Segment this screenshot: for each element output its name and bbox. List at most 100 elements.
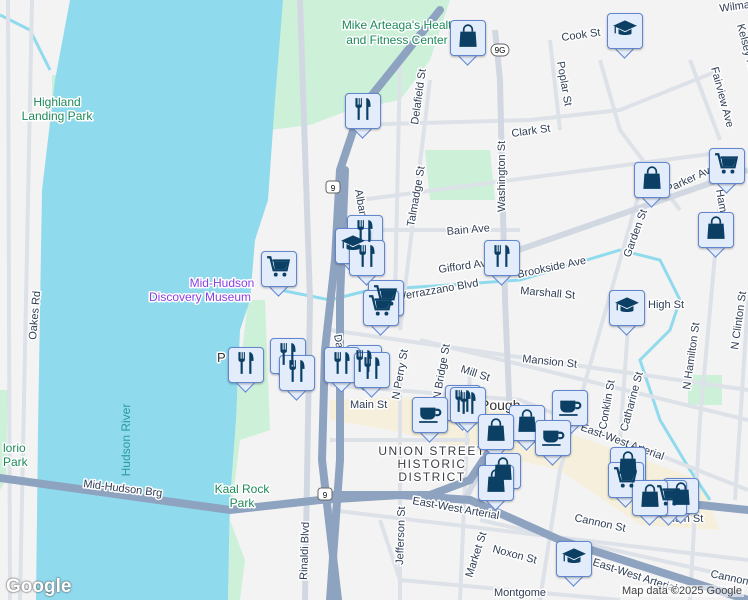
poi-marker-shopping-bag[interactable]: [478, 465, 514, 511]
street-brookside: Brookside Ave: [516, 255, 587, 281]
street-marshall: Marshall St: [520, 285, 576, 302]
street-noxon: Noxon St: [491, 543, 538, 566]
shopping-bag-icon: [639, 165, 665, 196]
marker-box: [698, 212, 734, 248]
graduation-cap-icon: [612, 16, 638, 47]
label-historic-district: DISTRICT: [398, 470, 465, 484]
label-health-center: and Fitness Center: [346, 33, 447, 47]
restaurant-icon: [350, 96, 376, 127]
restaurant-icon: [233, 350, 259, 381]
marker-box: [363, 290, 399, 326]
shopping-cart-icon: [714, 151, 740, 182]
shopping-bag-icon: [483, 417, 509, 448]
restaurant-icon: [489, 243, 515, 274]
poi-marker-restaurant[interactable]: [349, 240, 385, 286]
marker-box: [228, 347, 264, 383]
label-health-center: Mike Arteaga's Health: [342, 18, 458, 32]
street-rinaldi: Rinaldi Blvd: [298, 522, 312, 580]
street-cannon: Cannon St: [573, 512, 626, 535]
park-area: [425, 150, 495, 200]
label-historic-district: UNION STREET: [378, 444, 485, 458]
shopping-bag-icon: [637, 483, 663, 514]
google-logo: Google: [6, 576, 72, 597]
poi-marker-shopping-cart[interactable]: [709, 148, 745, 194]
label-historic-district: HISTORIC: [397, 457, 466, 471]
poi-marker-shopping-bag[interactable]: [450, 20, 486, 66]
poi-marker-shopping-cart[interactable]: [261, 251, 297, 297]
marker-box: [279, 355, 315, 391]
graduation-cap-icon: [614, 293, 640, 324]
street-wilma: Wilma: [719, 0, 748, 15]
shopping-bag-icon: [483, 468, 509, 499]
street-main: Main St: [350, 399, 387, 411]
poi-marker-restaurant[interactable]: [345, 93, 381, 139]
restaurant-icon: [354, 243, 380, 274]
poi-marker-shopping-bag[interactable]: [698, 212, 734, 258]
marker-box: [450, 20, 486, 56]
poi-marker-shopping-bag[interactable]: [478, 414, 514, 460]
coffee-cup-icon: [540, 423, 566, 454]
label-kaal-rock-park: Park: [230, 496, 256, 510]
marker-box: [634, 162, 670, 198]
shield-number: 9: [331, 184, 336, 193]
marker-box: [535, 420, 571, 456]
label-discovery-museum[interactable]: Discovery Museum: [147, 289, 252, 306]
marker-box: [478, 414, 514, 450]
street-conklin: Conklin St: [597, 379, 618, 430]
marker-box: [261, 251, 297, 287]
label-florio-park: Park: [3, 455, 29, 469]
street-washington: Washington St: [496, 141, 508, 212]
label-florio-park: lorio: [3, 441, 26, 455]
poi-marker-graduation-cap[interactable]: [607, 13, 643, 59]
coffee-cup-icon: [557, 393, 583, 424]
street-montgomery: Montgome: [494, 587, 546, 599]
label-partial: P: [217, 350, 226, 365]
marker-box: [609, 290, 645, 326]
shopping-bag-icon: [703, 215, 729, 246]
marker-box: [632, 480, 668, 516]
map-attribution[interactable]: Map data ©2025 Google: [619, 585, 744, 597]
coffee-cup-icon: [417, 400, 443, 431]
poi-marker-graduation-cap[interactable]: [609, 290, 645, 336]
street-kelsey: Kelsey Ro: [734, 23, 748, 75]
restaurant-icon: [359, 355, 385, 386]
label-highland-landing-park: Highland: [33, 95, 80, 109]
marker-box: [354, 352, 390, 388]
shopping-cart-icon: [368, 293, 394, 324]
poi-marker-restaurant[interactable]: [228, 347, 264, 393]
marker-box: [412, 397, 448, 433]
poi-marker-graduation-cap[interactable]: [556, 541, 592, 587]
street-high: High St: [648, 299, 684, 311]
label-discovery-museum[interactable]: Mid-Hudson: [188, 275, 256, 292]
street-mill: Mill St: [459, 363, 491, 384]
street-verrazzano: Verrazzano Blvd: [398, 277, 479, 303]
poi-marker-shopping-cart[interactable]: [363, 290, 399, 336]
us-9-shield: 9: [317, 487, 333, 501]
shopping-bag-icon: [455, 23, 481, 54]
poi-marker-shopping-bag[interactable]: [632, 480, 668, 526]
street-clark: Clark St: [511, 123, 551, 140]
marker-box: [478, 465, 514, 501]
street-gifford: Gifford Av: [438, 257, 488, 276]
street-bain: Bain Ave: [446, 222, 490, 238]
poi-marker-restaurant[interactable]: [484, 240, 520, 286]
poi-marker-restaurant[interactable]: [279, 355, 315, 401]
poi-marker-coffee-cup[interactable]: [412, 397, 448, 443]
marker-box: [349, 240, 385, 276]
poi-marker-coffee-cup[interactable]: [535, 420, 571, 466]
poi-marker-restaurant[interactable]: [354, 352, 390, 398]
poi-marker-shopping-bag[interactable]: [634, 162, 670, 208]
street-cook: Cook St: [561, 27, 601, 44]
ny-9g-shield: 9G: [490, 43, 510, 57]
shield-number: 9G: [495, 46, 506, 55]
label-kaal-rock-park: Kaal Rock: [215, 482, 271, 496]
restaurant-icon: [284, 358, 310, 389]
us-9-shield: 9: [325, 180, 341, 194]
label-highland-landing-park: Landing Park: [22, 109, 94, 123]
marker-box: [709, 148, 745, 184]
graduation-cap-icon: [561, 544, 587, 575]
marker-box: [345, 93, 381, 129]
marker-box: [556, 541, 592, 577]
street-market: Market St: [463, 530, 489, 578]
marker-box: [607, 13, 643, 49]
